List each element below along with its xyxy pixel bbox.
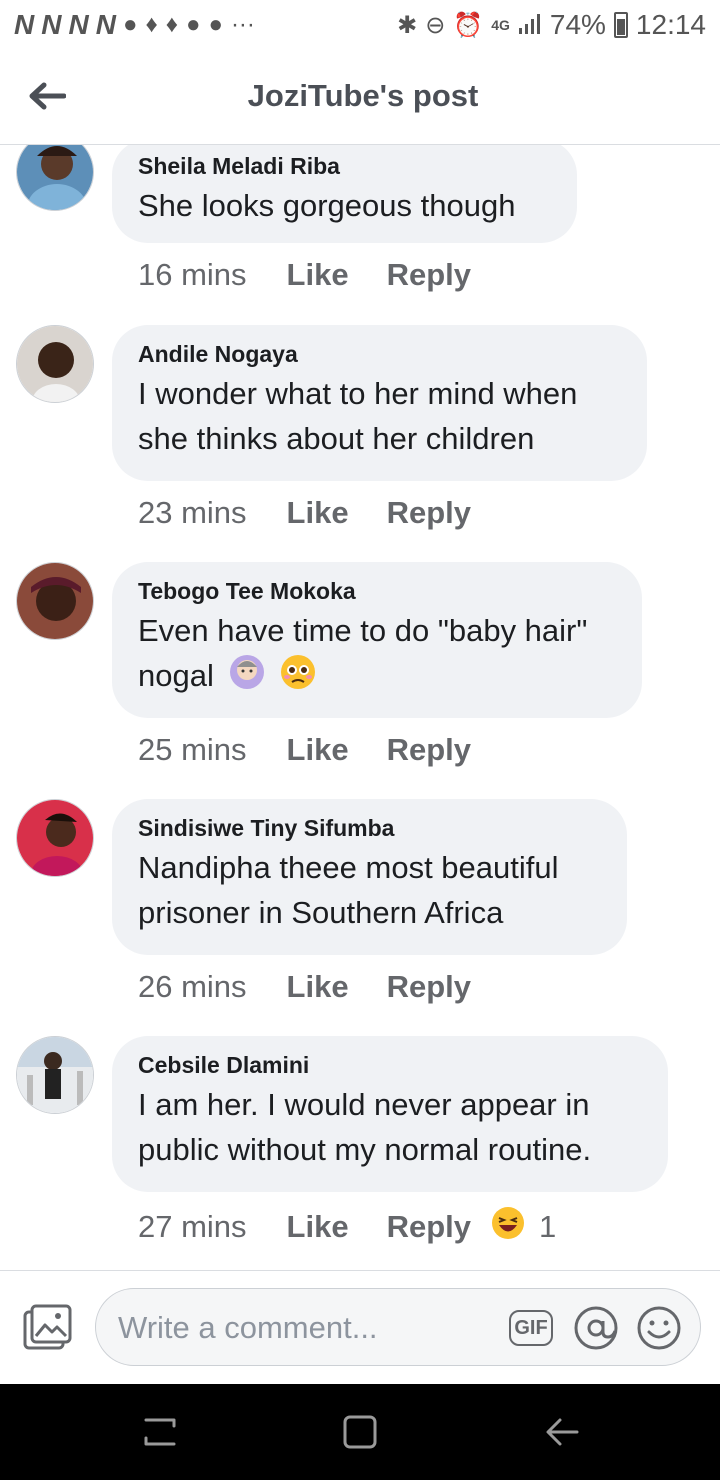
comment-bubble[interactable]: Tebogo Tee Mokoka Even have time to do "…	[112, 562, 642, 718]
comment-time[interactable]: 27 mins	[138, 1209, 247, 1245]
comment-bubble[interactable]: Sheila Meladi Riba She looks gorgeous th…	[112, 145, 577, 243]
comment-text: I wonder what to her mind when she think…	[138, 376, 578, 456]
comment-actions: 16 mins Like Reply	[138, 257, 471, 293]
comment-author[interactable]: Sheila Meladi Riba	[138, 151, 551, 181]
dnd-icon: ⊖	[425, 11, 446, 39]
like-button[interactable]: Like	[287, 732, 349, 768]
avatar[interactable]	[16, 799, 94, 877]
status-bar: N N N N ● ♦ ♦ ● ● ··· ✱ ⊖ ⏰ 4G 74% 12:14	[0, 0, 720, 50]
battery-percent: 74%	[549, 9, 606, 40]
reaction-count: 1	[539, 1209, 557, 1244]
comment-composer: GIF	[0, 1270, 720, 1385]
network-type: 4G	[491, 17, 510, 33]
comment-input-box[interactable]: GIF	[95, 1288, 701, 1366]
gif-button[interactable]: GIF	[509, 1310, 553, 1346]
nav-back-button[interactable]	[544, 1414, 580, 1455]
comments-list: Sheila Meladi Riba She looks gorgeous th…	[0, 145, 720, 1270]
comment-text: Even have time to do "baby hair" nogal	[138, 608, 616, 703]
reply-button[interactable]: Reply	[387, 1209, 471, 1245]
reply-button[interactable]: Reply	[387, 495, 471, 531]
recents-icon	[144, 1418, 176, 1446]
comment-time[interactable]: 25 mins	[138, 732, 247, 768]
alarm-icon: ⏰	[453, 11, 484, 39]
mention-button[interactable]	[573, 1305, 619, 1356]
battery-icon	[613, 12, 628, 38]
notification-n-icon: N	[41, 9, 61, 40]
at-icon	[574, 1306, 618, 1350]
comment-actions: 27 mins Like Reply 1	[138, 1206, 556, 1248]
like-button[interactable]: Like	[287, 257, 349, 293]
home-button[interactable]	[342, 1414, 378, 1455]
system-nav-bar	[0, 1384, 720, 1480]
status-left-icons: N N N N ● ♦ ♦ ● ● ···	[14, 9, 255, 41]
notification-icon: ●	[185, 11, 201, 38]
reply-button[interactable]: Reply	[387, 969, 471, 1005]
notification-icon: ♦	[145, 11, 158, 38]
facepalm-woman-emoji-icon	[228, 653, 266, 703]
comment-author[interactable]: Sindisiwe Tiny Sifumba	[138, 813, 601, 843]
post-header: JoziTube's post	[0, 50, 720, 145]
comment-actions: 25 mins Like Reply	[138, 732, 471, 768]
smiley-icon	[637, 1306, 681, 1350]
comment-bubble[interactable]: Sindisiwe Tiny Sifumba Nandipha theee mo…	[112, 799, 627, 955]
notification-icon: ♦	[165, 11, 178, 38]
like-button[interactable]: Like	[287, 495, 349, 531]
like-button[interactable]: Like	[287, 1209, 349, 1245]
reply-button[interactable]: Reply	[387, 257, 471, 293]
comment-time[interactable]: 26 mins	[138, 969, 247, 1005]
avatar[interactable]	[16, 562, 94, 640]
back-icon	[546, 1418, 579, 1446]
pleading-face-emoji-icon	[279, 653, 317, 703]
notification-n-icon: N	[14, 9, 34, 40]
comment-actions: 23 mins Like Reply	[138, 495, 471, 531]
signal-icon	[518, 10, 542, 41]
notification-n-icon: N	[68, 9, 88, 40]
comment-input[interactable]	[116, 1303, 490, 1353]
comment-text: I am her. I would never appear in public…	[138, 1087, 592, 1167]
laughing-emoji-icon	[491, 1206, 525, 1248]
avatar[interactable]	[16, 145, 94, 211]
comment-text: Nandipha theee most beautiful prisoner i…	[138, 850, 559, 930]
clock: 12:14	[635, 9, 706, 40]
comment-bubble[interactable]: Cebsile Dlamini I am her. I would never …	[112, 1036, 668, 1192]
photo-button[interactable]	[22, 1303, 74, 1358]
emoji-button[interactable]	[636, 1305, 682, 1356]
notification-icon: ●	[208, 11, 223, 38]
comment-author[interactable]: Andile Nogaya	[138, 339, 621, 369]
comment-actions: 26 mins Like Reply	[138, 969, 471, 1005]
comment-time[interactable]: 23 mins	[138, 495, 247, 531]
bluetooth-icon: ✱	[397, 11, 418, 39]
reply-button[interactable]: Reply	[387, 732, 471, 768]
comment-author[interactable]: Tebogo Tee Mokoka	[138, 576, 616, 606]
like-button[interactable]: Like	[287, 969, 349, 1005]
more-notifications-icon: ···	[230, 11, 255, 38]
comment-time[interactable]: 16 mins	[138, 257, 247, 293]
comment-text: She looks gorgeous though	[138, 188, 516, 223]
comment-bubble[interactable]: Andile Nogaya I wonder what to her mind …	[112, 325, 647, 481]
avatar[interactable]	[16, 325, 94, 403]
avatar[interactable]	[16, 1036, 94, 1114]
notification-icon: ●	[122, 11, 138, 38]
recents-button[interactable]	[140, 1414, 180, 1455]
status-right-icons: ✱ ⊖ ⏰ 4G 74% 12:14	[397, 9, 706, 41]
page-title: JoziTube's post	[247, 78, 479, 113]
home-icon	[343, 1415, 377, 1449]
reaction-summary[interactable]: 1	[491, 1206, 556, 1248]
comment-text-content: Even have time to do "baby hair" nogal	[138, 613, 588, 694]
notification-n-icon: N	[95, 9, 116, 40]
comment-author[interactable]: Cebsile Dlamini	[138, 1050, 642, 1080]
photo-icon	[23, 1304, 72, 1350]
